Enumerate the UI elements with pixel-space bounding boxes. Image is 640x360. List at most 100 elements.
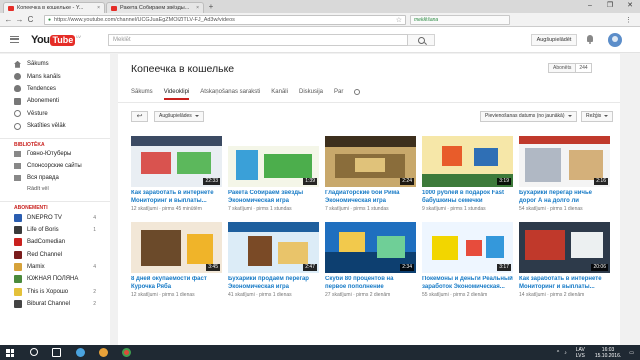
search-input[interactable]: Meklēt	[108, 34, 408, 46]
tab-home[interactable]: Sākums	[131, 86, 153, 100]
video-card[interactable]: 20:06 Как заработать в интернете Монитори…	[519, 222, 610, 298]
sidebar-item-subscriptions[interactable]: Abonementi	[0, 95, 110, 107]
video-thumbnail[interactable]: 20:06	[519, 222, 610, 273]
search-icon[interactable]	[30, 348, 38, 356]
sidebar-item-watch-later[interactable]: Skatīties vēlāk	[0, 120, 110, 132]
video-title-link[interactable]: Как заработать в интернете Мониторинг и …	[131, 190, 222, 205]
video-thumbnail[interactable]: 22:33	[131, 136, 222, 187]
tab-about[interactable]: Par	[334, 86, 343, 100]
taskbar: ^ ♪ LAV LVS 16:03 15.10.2016. ▭	[0, 345, 640, 360]
back-arrow-icon[interactable]: ←	[3, 15, 14, 24]
video-title-link[interactable]: Бухарики продаём перегар Экономическая и…	[228, 276, 319, 291]
language-indicator[interactable]: LAV LVS	[576, 347, 585, 359]
video-title-link[interactable]: Покемоны и деньги Реальный заработок Эко…	[422, 276, 513, 291]
subscription-item[interactable]: BadComedian	[0, 236, 110, 248]
video-card[interactable]: 3:17 Покемоны и деньги Реальный заработок…	[422, 222, 513, 298]
upload-button[interactable]: Augšupielādēt	[531, 34, 577, 46]
sort-dropdown[interactable]: Pievienošanas datums (no jaunākā)	[480, 111, 577, 122]
maximize-button[interactable]: ❐	[600, 0, 620, 13]
video-card[interactable]: 2:24 Гладиаторские бои Рима Экономическая…	[325, 136, 416, 212]
sidebar-item-trending[interactable]: Tendences	[0, 83, 110, 95]
guide-menu-icon[interactable]	[10, 36, 19, 43]
browser-menu-icon[interactable]: ⋮	[625, 16, 632, 24]
video-thumbnail[interactable]: 2:47	[228, 222, 319, 273]
windows-start-icon[interactable]	[6, 349, 14, 357]
video-title-link[interactable]: 1000 рублей в подарок Fast бабушкины сем…	[422, 190, 513, 205]
video-meta: 7 skatījumi · pirms 1 stundas	[228, 206, 292, 212]
sidebar-item-home[interactable]: Sākums	[0, 58, 110, 70]
forward-arrow-icon[interactable]: →	[14, 15, 25, 24]
video-card[interactable]: 3:19 1000 рублей в подарок Fast бабушкины…	[422, 136, 513, 212]
video-thumbnail[interactable]: 1:39	[228, 136, 319, 187]
uploads-dropdown[interactable]: Augšupielādes	[154, 111, 204, 122]
bookmark-star-icon[interactable]: ☆	[396, 16, 402, 24]
subscription-item[interactable]: DNEPRO TV 4	[0, 211, 110, 223]
minimize-button[interactable]: –	[580, 0, 600, 13]
video-thumbnail[interactable]: 3:45	[131, 222, 222, 273]
channel-avatar-icon	[14, 238, 22, 247]
video-thumbnail[interactable]: 2:34	[325, 222, 416, 273]
subscription-item[interactable]: This is Хорошо 2	[0, 286, 110, 298]
firefox-icon[interactable]	[99, 348, 108, 357]
subscription-item[interactable]: ЮЖНАЯ ПОЛЯНА	[0, 273, 110, 285]
browser-tab-inactive[interactable]: Ракета Собираем звёзды... ×	[106, 2, 204, 13]
video-title-link[interactable]: 8 дней окупаемости фаст Курочка Ряба Эко…	[131, 276, 222, 291]
view-dropdown[interactable]: Režģis	[581, 111, 614, 122]
library-item[interactable]: Вся правда	[0, 172, 110, 184]
show-more-link[interactable]: Rādīt vēl	[0, 184, 110, 195]
video-card[interactable]: 2:47 Бухарики продаём перегар Экономическ…	[228, 222, 319, 298]
channel-search-icon[interactable]	[354, 89, 361, 95]
thumbnail-art	[569, 150, 603, 180]
chevron-up-icon[interactable]: ^	[557, 350, 559, 356]
url-bar[interactable]: ● https://www.youtube.com/channel/UCGJua…	[44, 15, 406, 25]
sidebar-item-history[interactable]: Vēsture	[0, 108, 110, 120]
reload-icon[interactable]: C	[25, 15, 36, 24]
search-button[interactable]	[408, 34, 435, 46]
video-title-link[interactable]: Гладиаторские бои Рима Экономическая игр…	[325, 190, 416, 205]
close-tab-icon[interactable]: ×	[196, 5, 199, 11]
library-item[interactable]: Спонсорские сайты	[0, 160, 110, 172]
back-button[interactable]: ↩	[131, 111, 148, 122]
video-title-link[interactable]: Скуби 80 процентов на первое пополнение …	[325, 276, 416, 291]
notifications-bell-icon[interactable]	[586, 35, 594, 44]
youtube-logo[interactable]: You Tube LV	[31, 34, 81, 46]
browser-tab-active[interactable]: Копеечка в кошельке - Y... ×	[3, 2, 105, 13]
video-thumbnail[interactable]: 2:16	[519, 136, 610, 187]
subscription-item[interactable]: Life of Boris 1	[0, 224, 110, 236]
video-card[interactable]: 2:16 Бухарики перегар ничье дорог А на до…	[519, 136, 610, 212]
close-tab-icon[interactable]: ×	[97, 5, 100, 11]
task-view-icon[interactable]	[52, 348, 61, 357]
video-title-link[interactable]: Как заработать в интернете Мониторинг и …	[519, 276, 610, 291]
extension-search-box[interactable]: meklēšana	[410, 15, 510, 25]
subscribe-button[interactable]: Abonēts 244	[548, 63, 592, 73]
account-avatar[interactable]	[608, 33, 622, 47]
video-title-link[interactable]: Бухарики перегар ничье дорог А на долго …	[519, 190, 610, 205]
video-card[interactable]: 2:34 Скуби 80 процентов на первое пополне…	[325, 222, 416, 298]
new-tab-button[interactable]: +	[205, 3, 217, 12]
subscription-item[interactable]: Red Channel	[0, 249, 110, 261]
video-duration: 2:24	[400, 178, 414, 185]
window-controls: – ❐ ✕	[580, 0, 640, 13]
video-thumbnail[interactable]: 3:17	[422, 222, 513, 273]
subscription-item[interactable]: Mamix 4	[0, 261, 110, 273]
clock[interactable]: 16:03 15.10.2016.	[595, 347, 621, 359]
tab-playlists[interactable]: Atskaņošanas saraksti	[200, 86, 260, 100]
video-card[interactable]: 22:33 Как заработать в интернете Монитори…	[131, 136, 222, 212]
library-item[interactable]: Говно-Ютуберы	[0, 148, 110, 160]
video-card[interactable]: 1:39 Ракета Собираем звёзды Экономическая…	[228, 136, 319, 212]
chrome-icon[interactable]	[122, 348, 131, 357]
sidebar-item-my-channel[interactable]: Mans kanāls	[0, 70, 110, 82]
video-title-link[interactable]: Ракета Собираем звёзды Экономическая игр…	[228, 190, 319, 205]
video-thumbnail[interactable]: 2:24	[325, 136, 416, 187]
video-card[interactable]: 3:45 8 дней окупаемости фаст Курочка Ряба…	[131, 222, 222, 298]
subscription-item[interactable]: Biburat Channel 2	[0, 298, 110, 310]
tab-discussion[interactable]: Diskusija	[299, 86, 323, 100]
thumbnail-art	[486, 236, 504, 258]
tab-videos[interactable]: Videoklipi	[163, 86, 190, 100]
volume-icon[interactable]: ♪	[564, 350, 567, 356]
video-thumbnail[interactable]: 3:19	[422, 136, 513, 187]
notifications-icon[interactable]: ▭	[629, 350, 634, 356]
edge-browser-icon[interactable]	[76, 348, 85, 357]
tab-channels[interactable]: Kanāli	[271, 86, 288, 100]
close-window-button[interactable]: ✕	[620, 0, 640, 13]
